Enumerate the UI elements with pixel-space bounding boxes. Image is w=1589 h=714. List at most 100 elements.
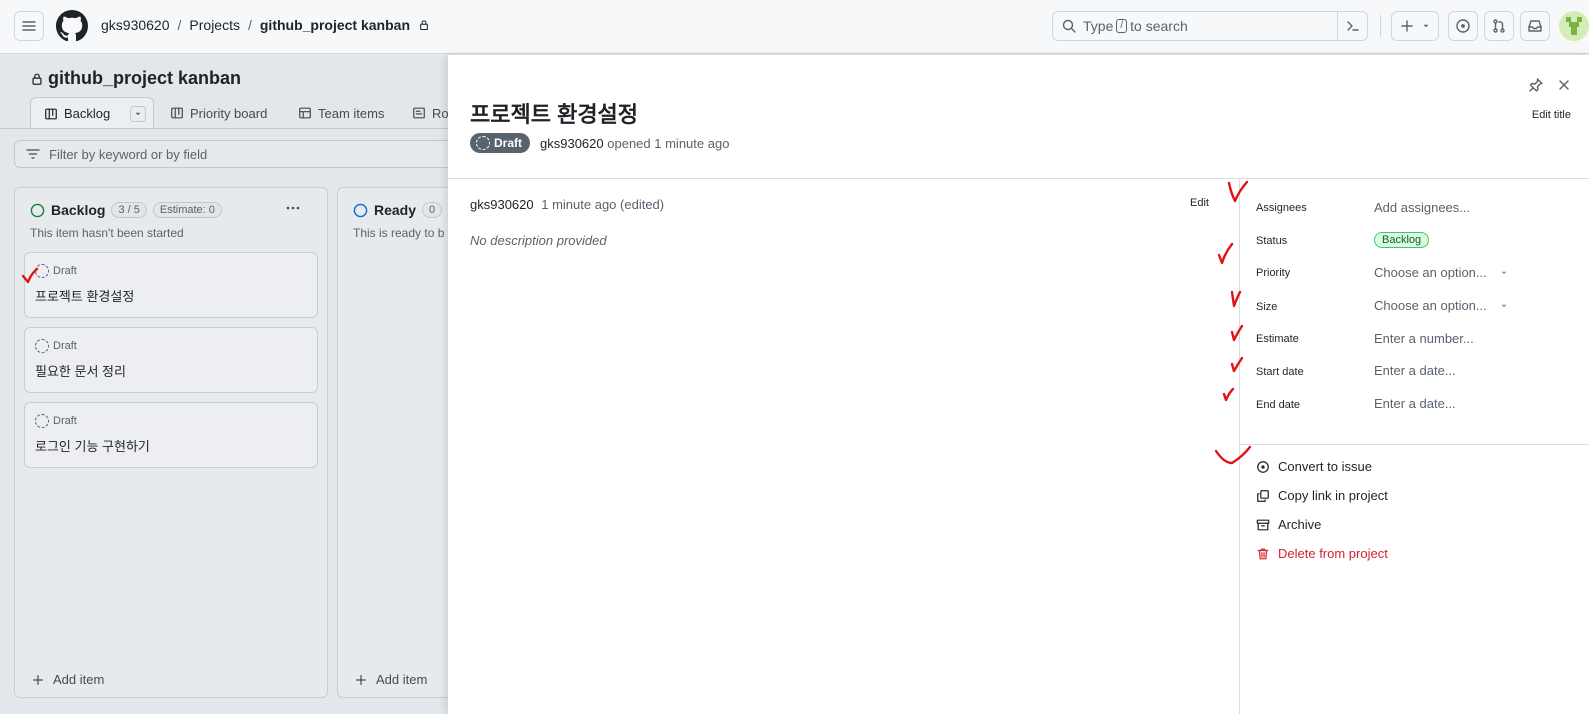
project-title: github_project kanban (30, 68, 241, 89)
action-label: Archive (1278, 517, 1322, 532)
avatar[interactable] (1559, 11, 1589, 41)
end-date-input[interactable]: Enter a date... (1374, 396, 1456, 411)
comment-body: No description provided (470, 233, 607, 248)
action-label: Convert to issue (1278, 459, 1372, 474)
tab-label: Backlog (64, 106, 111, 121)
tab-options-button[interactable] (130, 105, 147, 122)
card-title[interactable]: 로그인 기능 구현하기 (35, 436, 150, 455)
header-divider (1380, 15, 1381, 37)
panel-divider (448, 178, 1589, 179)
github-logo[interactable] (56, 10, 88, 42)
comment-author[interactable]: gks930620 (470, 197, 534, 212)
column-count: 0 (422, 202, 443, 218)
add-item-label: Add item (376, 672, 428, 687)
plus-icon (356, 674, 366, 685)
card-title[interactable]: 프로젝트 환경설정 (35, 286, 134, 305)
edit-title-button[interactable]: Edit title (1532, 109, 1571, 121)
draft-icon (476, 136, 490, 150)
item-meta: Draft gks930620 opened 1 minute ago (470, 133, 729, 153)
breadcrumb-owner[interactable]: gks930620 (101, 17, 170, 33)
inbox-icon (1528, 20, 1542, 32)
breadcrumb-projects[interactable]: Projects (189, 17, 240, 33)
field-label-start-date: Start date (1256, 366, 1304, 378)
size-select[interactable]: Choose an option... (1374, 298, 1509, 313)
archive-button[interactable]: Archive (1256, 517, 1321, 532)
field-label-size: Size (1256, 301, 1278, 313)
breadcrumb-separator: / (247, 17, 252, 33)
kebab-horizontal-icon (286, 206, 300, 210)
column-description: This is ready to b (353, 226, 445, 240)
tab-roadmap[interactable]: Ro (412, 97, 449, 129)
start-date-input[interactable]: Enter a date... (1374, 363, 1456, 378)
field-value: Choose an option... (1374, 265, 1487, 280)
project-board: github_project kanban Backlog Priority b… (0, 55, 477, 714)
search-icon (1062, 19, 1076, 33)
card-status-label: Draft (53, 265, 77, 277)
edit-comment-button[interactable]: Edit (1190, 197, 1209, 209)
tab-priority-board[interactable]: Priority board (170, 97, 267, 129)
draft-icon (35, 339, 49, 353)
status-badge-label: Draft (494, 136, 523, 150)
command-palette-icon (1346, 21, 1359, 31)
project-title-text: github_project kanban (48, 68, 242, 88)
tabs-divider (0, 128, 450, 129)
table-icon (299, 107, 311, 119)
search-input[interactable]: Type / to search (1052, 11, 1368, 41)
close-icon (1559, 80, 1569, 90)
card-status-label: Draft (53, 340, 77, 352)
column-backlog: Backlog 3 / 5 Estimate: 0 This item hasn… (14, 187, 328, 698)
card-status: Draft (35, 414, 77, 428)
draft-icon (35, 264, 49, 278)
filter-input[interactable]: Filter by keyword or by field (14, 140, 454, 168)
tab-backlog[interactable]: Backlog (30, 97, 154, 129)
filter-placeholder: Filter by keyword or by field (49, 146, 208, 162)
assignees-field[interactable]: Add assignees... (1374, 200, 1470, 215)
action-label: Delete from project (1278, 546, 1388, 561)
command-palette-button[interactable] (1337, 12, 1367, 40)
card-item[interactable]: Draft 로그인 기능 구현하기 (24, 402, 318, 468)
create-new-button[interactable] (1391, 11, 1439, 41)
copy-link-button[interactable]: Copy link in project (1256, 488, 1388, 503)
field-value: Enter a date... (1374, 363, 1456, 378)
column-count: 3 / 5 (111, 202, 147, 218)
item-opened-text: opened 1 minute ago (607, 135, 730, 151)
card-item[interactable]: Draft 필요한 문서 정리 (24, 327, 318, 393)
copy-icon (1257, 489, 1269, 502)
menu-button[interactable] (14, 11, 44, 41)
status-badge: Draft (470, 133, 531, 153)
field-label-end-date: End date (1256, 399, 1301, 411)
roadmap-icon (413, 107, 425, 119)
convert-to-issue-button[interactable]: Convert to issue (1256, 459, 1372, 474)
priority-select[interactable]: Choose an option... (1374, 265, 1509, 280)
delete-from-project-button[interactable]: Delete from project (1256, 546, 1388, 561)
pull-requests-button[interactable] (1484, 11, 1514, 41)
estimate-input[interactable]: Enter a number... (1374, 331, 1474, 346)
breadcrumb: gks930620 / Projects / github_project ka… (101, 17, 430, 33)
breadcrumb-project[interactable]: github_project kanban (260, 17, 410, 33)
column-menu-button[interactable] (285, 200, 301, 216)
issues-button[interactable] (1448, 11, 1478, 41)
field-label-assignees: Assignees (1256, 202, 1307, 214)
search-shortcut-key: / (1116, 19, 1128, 33)
action-label: Copy link in project (1278, 488, 1388, 503)
pin-button[interactable] (1526, 75, 1546, 95)
lock-icon (420, 20, 428, 31)
column-estimate: Estimate: 0 (152, 202, 222, 218)
item-author[interactable]: gks930620 (540, 136, 604, 151)
github-logo-icon (56, 10, 88, 42)
field-value: Enter a number... (1374, 331, 1474, 346)
view-tabs: Backlog Priority board Team items Ro (0, 97, 450, 129)
menu-icon (22, 21, 36, 31)
add-item-button[interactable]: Add item (31, 672, 104, 687)
card-item[interactable]: Draft 프로젝트 환경설정 (24, 252, 318, 318)
card-title[interactable]: 필요한 문서 정리 (35, 361, 126, 380)
tab-team-items[interactable]: Team items (298, 97, 384, 129)
pull-requests-icon (1493, 19, 1505, 33)
item-title: 프로젝트 환경설정 (470, 102, 639, 127)
add-item-button[interactable]: Add item (354, 672, 427, 687)
search-suffix: to search (1130, 18, 1188, 34)
close-panel-button[interactable] (1554, 75, 1574, 95)
inbox-button[interactable] (1520, 11, 1550, 41)
status-circle-icon (353, 203, 368, 217)
status-field[interactable]: Backlog (1374, 232, 1430, 248)
